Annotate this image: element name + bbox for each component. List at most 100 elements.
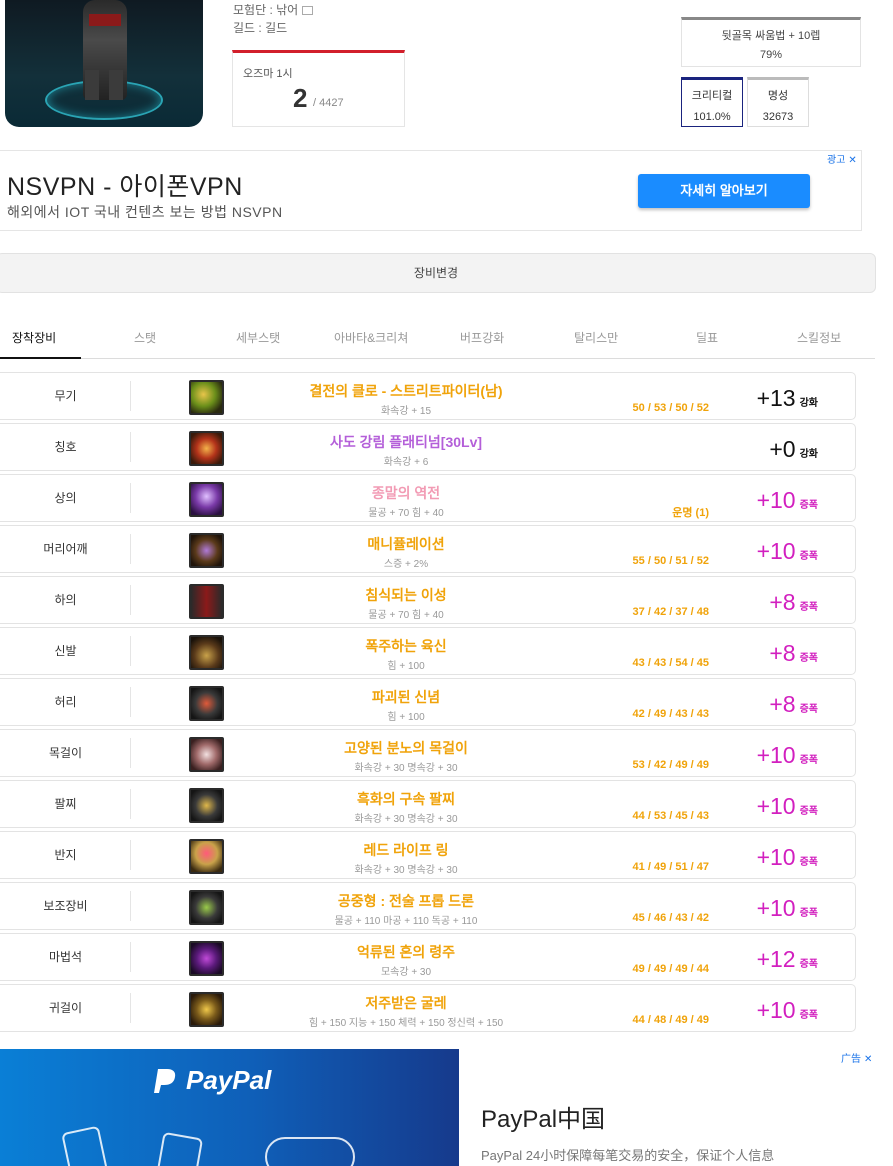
equipment-slot: 목걸이 — [48, 746, 83, 760]
equipment-slot: 머리어깨 — [43, 542, 88, 556]
tab-avatar-creature[interactable]: 아바타&크리쳐 — [334, 329, 408, 346]
magic-stone-icon-art — [191, 943, 222, 974]
tab-skill-info[interactable]: 스킬정보 — [797, 329, 841, 346]
equipment-stat: 모속강 + 30 — [380, 967, 432, 978]
reinforce-level: +8 증폭 — [769, 691, 818, 718]
equipment-option: 53 / 42 / 49 / 49 — [632, 759, 709, 771]
reinforce-kind: 증폭 — [799, 602, 818, 613]
equipment-row[interactable]: 마법석 억류된 혼의 령주 모속강 + 30 49 / 49 / 49 / 44 +12… — [0, 933, 856, 981]
equipment-row[interactable]: 상의 종말의 역전 물공 + 70 힘 + 40 운명 (1) +10 증폭 — [0, 474, 856, 522]
adventure-info[interactable]: 모험단 : 낚어 — [233, 1, 314, 18]
necklace-icon[interactable] — [189, 737, 224, 772]
equipment-slot: 상의 — [54, 491, 77, 505]
fame-box[interactable]: 명성 32673 — [747, 77, 809, 127]
equipment-name[interactable]: 고양된 분노의 목걸이 — [230, 738, 582, 758]
equipment-name[interactable]: 파괴된 신념 — [230, 687, 582, 707]
top-armor-icon[interactable] — [189, 482, 224, 517]
equipment-row[interactable]: 보조장비 공중형 : 전술 프롭 드론 물공 + 110 마공 + 110 독공 +… — [0, 882, 856, 930]
equipment-option: 37 / 42 / 37 / 48 — [632, 606, 709, 618]
equipment-option: 49 / 49 / 49 / 44 — [632, 963, 709, 975]
equipment-name[interactable]: 침식되는 이성 — [230, 585, 582, 605]
equipment-row[interactable]: 머리어깨 매니퓰레이션 스증 + 2% 55 / 50 / 51 / 52 +10 증폭 — [0, 525, 856, 573]
equipment-row[interactable]: 팔찌 흑화의 구속 팔찌 화속강 + 30 명속강 + 30 44 / 53 / 45… — [0, 780, 856, 828]
equipment-name[interactable]: 폭주하는 육신 — [230, 636, 582, 656]
equipment-name[interactable]: 결전의 클로 - 스트리트파이터(남) — [230, 381, 582, 401]
reinforce-level: +10 증폭 — [757, 895, 818, 922]
fame-title: 명성 — [767, 90, 789, 102]
reinforce-level: +10 증폭 — [757, 538, 818, 565]
drone-icon[interactable] — [189, 890, 224, 925]
reinforce-value: +0 — [769, 436, 796, 462]
equipment-option: 운명 (1) — [672, 507, 709, 519]
ad-badge-bottom[interactable]: 广告 ✕ — [841, 1050, 872, 1065]
ad-banner-paypal[interactable]: PayPal PayPal中国 PayPal 24小时保障每笔交易的安全，保证个… — [0, 1049, 876, 1166]
equipment-name[interactable]: 공중형 : 전술 프롭 드론 — [230, 891, 582, 911]
weapon-claw-icon[interactable] — [189, 380, 224, 415]
ad-banner-vpn[interactable]: NSVPN - 아이폰VPN 해외에서 IOT 국내 컨텐츠 보는 방법 NSV… — [0, 150, 862, 231]
equipment-row[interactable]: 반지 레드 라이프 링 화속강 + 30 명속강 + 30 41 / 49 / 51 … — [0, 831, 856, 879]
ad-badge[interactable]: 광고 ✕ — [827, 151, 857, 166]
ad-close-icon[interactable]: ✕ — [864, 1054, 872, 1065]
shoes-armor-icon[interactable] — [189, 635, 224, 670]
belt-armor-icon[interactable] — [189, 686, 224, 721]
weapon-claw-icon-art — [191, 382, 222, 413]
tab-detail-stats[interactable]: 세부스탯 — [236, 329, 280, 346]
shoulder-armor-icon[interactable] — [189, 533, 224, 568]
rank-value: 2 — [293, 83, 308, 113]
equipment-row[interactable]: 칭호 사도 강림 플래티넘[30Lv] 화속강 + 6 +0 강화 — [0, 423, 856, 471]
equipment-row[interactable]: 하의 침식되는 이성 물공 + 70 힘 + 40 37 / 42 / 37 / 48… — [0, 576, 856, 624]
equipment-option: 44 / 53 / 45 / 43 — [632, 810, 709, 822]
critical-value: 101.0% — [693, 111, 731, 123]
reinforce-kind: 강화 — [799, 449, 818, 460]
equipment-stat: 힘 + 100 — [387, 712, 425, 723]
pants-armor-icon[interactable] — [189, 584, 224, 619]
external-link-icon[interactable] — [302, 6, 314, 16]
rank-label: 오즈마 1시 — [243, 68, 293, 80]
ad-subtitle: 해외에서 IOT 국내 컨텐츠 보는 방법 NSVPN — [7, 204, 283, 220]
reinforce-kind: 증폭 — [799, 551, 818, 562]
equipment-row[interactable]: 귀걸이 저주받은 굴레 힘 + 150 지능 + 150 체력 + 150 정신력 … — [0, 984, 856, 1032]
reinforce-level: +12 증폭 — [757, 946, 818, 973]
equipment-change-button[interactable]: 장비변경 — [0, 253, 876, 293]
tab-talisman[interactable]: 탈리스만 — [574, 329, 618, 346]
reinforce-level: +10 증폭 — [757, 487, 818, 514]
ad-cta-button[interactable]: 자세히 알아보기 — [638, 174, 810, 208]
tab-equipped[interactable]: 장착장비 — [12, 329, 56, 346]
tab-buff[interactable]: 버프강화 — [460, 329, 504, 346]
equipment-stat: 힘 + 100 — [387, 661, 425, 672]
magic-stone-icon[interactable] — [189, 941, 224, 976]
equipment-stat: 스증 + 2% — [383, 559, 429, 570]
critical-box[interactable]: 크리티컬 101.0% — [681, 77, 743, 127]
tab-bar: 장착장비 스탯 세부스탯 아바타&크리쳐 버프강화 탈리스만 딜표 스킬정보 — [0, 315, 875, 359]
equipment-row[interactable]: 목걸이 고양된 분노의 목걸이 화속강 + 30 명속강 + 30 53 / 42 /… — [0, 729, 856, 777]
ring-icon[interactable] — [189, 839, 224, 874]
equipment-name[interactable]: 종말의 역전 — [230, 483, 582, 503]
equipment-name[interactable]: 사도 강림 플래티넘[30Lv] — [230, 432, 582, 452]
drone-icon-art — [191, 892, 222, 923]
equipment-slot: 팔찌 — [54, 797, 77, 811]
critical-title: 크리티컬 — [691, 90, 733, 102]
equipment-row[interactable]: 신발 폭주하는 육신 힘 + 100 43 / 43 / 54 / 45 +8 증폭 — [0, 627, 856, 675]
paypal-logo-text: PayPal — [186, 1065, 272, 1095]
row-divider — [130, 891, 131, 921]
title-emblem-icon[interactable] — [189, 431, 224, 466]
equipment-name[interactable]: 억류된 혼의 령주 — [230, 942, 582, 962]
earring-icon[interactable] — [189, 992, 224, 1027]
tab-damage-table[interactable]: 딜표 — [696, 329, 718, 346]
reinforce-value: +13 — [756, 385, 796, 411]
reinforce-value: +10 — [756, 538, 796, 564]
equipment-name[interactable]: 흑화의 구속 팔찌 — [230, 789, 582, 809]
equipment-row[interactable]: 허리 파괴된 신념 힘 + 100 42 / 49 / 43 / 43 +8 증폭 — [0, 678, 856, 726]
equipment-row[interactable]: 무기 결전의 클로 - 스트리트파이터(남) 화속강 + 15 50 / 53 / 5… — [0, 372, 856, 420]
equipment-name[interactable]: 매니퓰레이션 — [230, 534, 582, 554]
guild-info: 길드 : 길드 — [233, 21, 288, 35]
ad-close-icon[interactable]: ✕ — [848, 155, 856, 166]
equipment-name[interactable]: 저주받은 굴레 — [230, 993, 582, 1013]
tab-stats[interactable]: 스탯 — [134, 329, 156, 346]
reinforce-kind: 증폭 — [799, 500, 818, 511]
ad-badge-label: 광고 — [827, 155, 846, 166]
bracelet-icon[interactable] — [189, 788, 224, 823]
row-divider — [130, 687, 131, 717]
equipment-stat: 화속강 + 6 — [383, 457, 429, 468]
equipment-name[interactable]: 레드 라이프 링 — [230, 840, 582, 860]
